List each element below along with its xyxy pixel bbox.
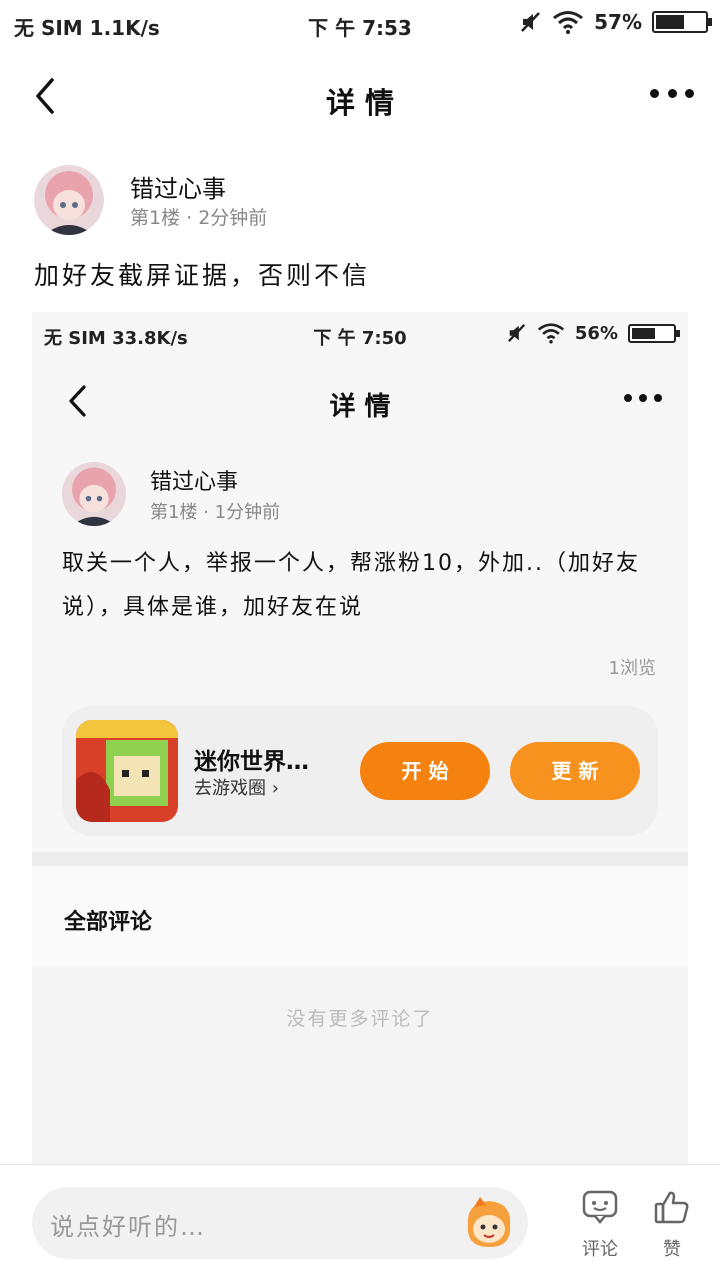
- comments-empty-area: 没有更多评论了: [32, 966, 688, 1164]
- game-circle-link: 去游戏圈 ›: [194, 778, 279, 799]
- start-button: 开 始: [360, 742, 490, 800]
- screenshot-status-bar: 无 SIM 33.8K/s 下 午 7:50 56%: [32, 312, 688, 360]
- post-meta: 第1楼 · 2分钟前: [130, 203, 267, 230]
- screenshot-status-icons: 56%: [507, 322, 680, 344]
- status-bar: 无 SIM 1.1K/s 下 午 7:53 57%: [0, 0, 720, 50]
- post-author: 错过心事 第1楼 · 2分钟前: [34, 165, 634, 235]
- floor-label: 第1楼: [150, 502, 198, 523]
- battery-percent: 57%: [594, 10, 642, 34]
- top-nav: 详 情: [0, 60, 720, 132]
- page-title: 详 情: [325, 86, 395, 120]
- divider: [32, 852, 688, 866]
- comment-icon: [582, 1190, 618, 1224]
- game-card: 迷你世界… 去游戏圈 › 开 始 更 新: [62, 706, 658, 836]
- more-options-icon: [624, 392, 662, 404]
- thumbs-up-icon: [654, 1191, 689, 1224]
- avatar: [62, 462, 126, 526]
- like-label: 赞: [663, 1239, 681, 1260]
- time-ago: · 2分钟前: [186, 207, 268, 229]
- no-more-comments: 没有更多评论了: [286, 1008, 434, 1030]
- comment-placeholder: 说点好听的…: [50, 1213, 206, 1241]
- avatar[interactable]: [34, 165, 104, 235]
- time-ago: · 1分钟前: [203, 502, 281, 523]
- screenshot-post-text: 取关一个人，举报一个人，帮涨粉10，外加..（加好友说），具体是谁，加好友在说: [62, 551, 640, 620]
- comment-action[interactable]: 评论: [570, 1189, 630, 1261]
- emoji-icon[interactable]: [460, 1195, 518, 1251]
- battery-icon: [628, 323, 680, 343]
- game-icon: [76, 720, 178, 822]
- screenshot-battery-percent: 56%: [574, 322, 618, 344]
- wifi-icon: [553, 11, 584, 34]
- attached-screenshot[interactable]: 无 SIM 33.8K/s 下 午 7:50 56% 详 情 错过心事 第1楼 …: [32, 312, 688, 1164]
- screenshot-author-name: 错过心事: [150, 470, 239, 495]
- comments-title: 全部评论: [64, 910, 153, 935]
- like-action[interactable]: 赞: [642, 1189, 702, 1261]
- comment-label: 评论: [582, 1239, 618, 1260]
- comments-header: 全部评论: [32, 866, 688, 966]
- more-options-icon[interactable]: [650, 86, 694, 100]
- update-button: 更 新: [510, 742, 640, 800]
- author-name[interactable]: 错过心事: [130, 169, 226, 204]
- mute-icon: [521, 12, 541, 32]
- screenshot-page-title: 详 情: [329, 392, 391, 422]
- game-name: 迷你世界…: [194, 749, 309, 775]
- battery-icon: [652, 11, 712, 33]
- view-count: 1浏览: [608, 658, 656, 679]
- bottom-bar: 说点好听的… 评论 赞: [0, 1164, 720, 1280]
- post-text: 加好友截屏证据，否则不信: [34, 261, 371, 290]
- screenshot-post-author: 错过心事 第1楼 · 1分钟前: [62, 462, 562, 528]
- screenshot-top-nav: 详 情: [32, 372, 688, 432]
- wifi-icon: [537, 323, 564, 344]
- comment-input[interactable]: 说点好听的…: [32, 1187, 528, 1259]
- screenshot-post-meta: 第1楼 · 1分钟前: [150, 498, 280, 524]
- status-icons: 57%: [520, 10, 712, 34]
- floor-label: 第1楼: [130, 207, 181, 229]
- mute-icon: [507, 324, 526, 342]
